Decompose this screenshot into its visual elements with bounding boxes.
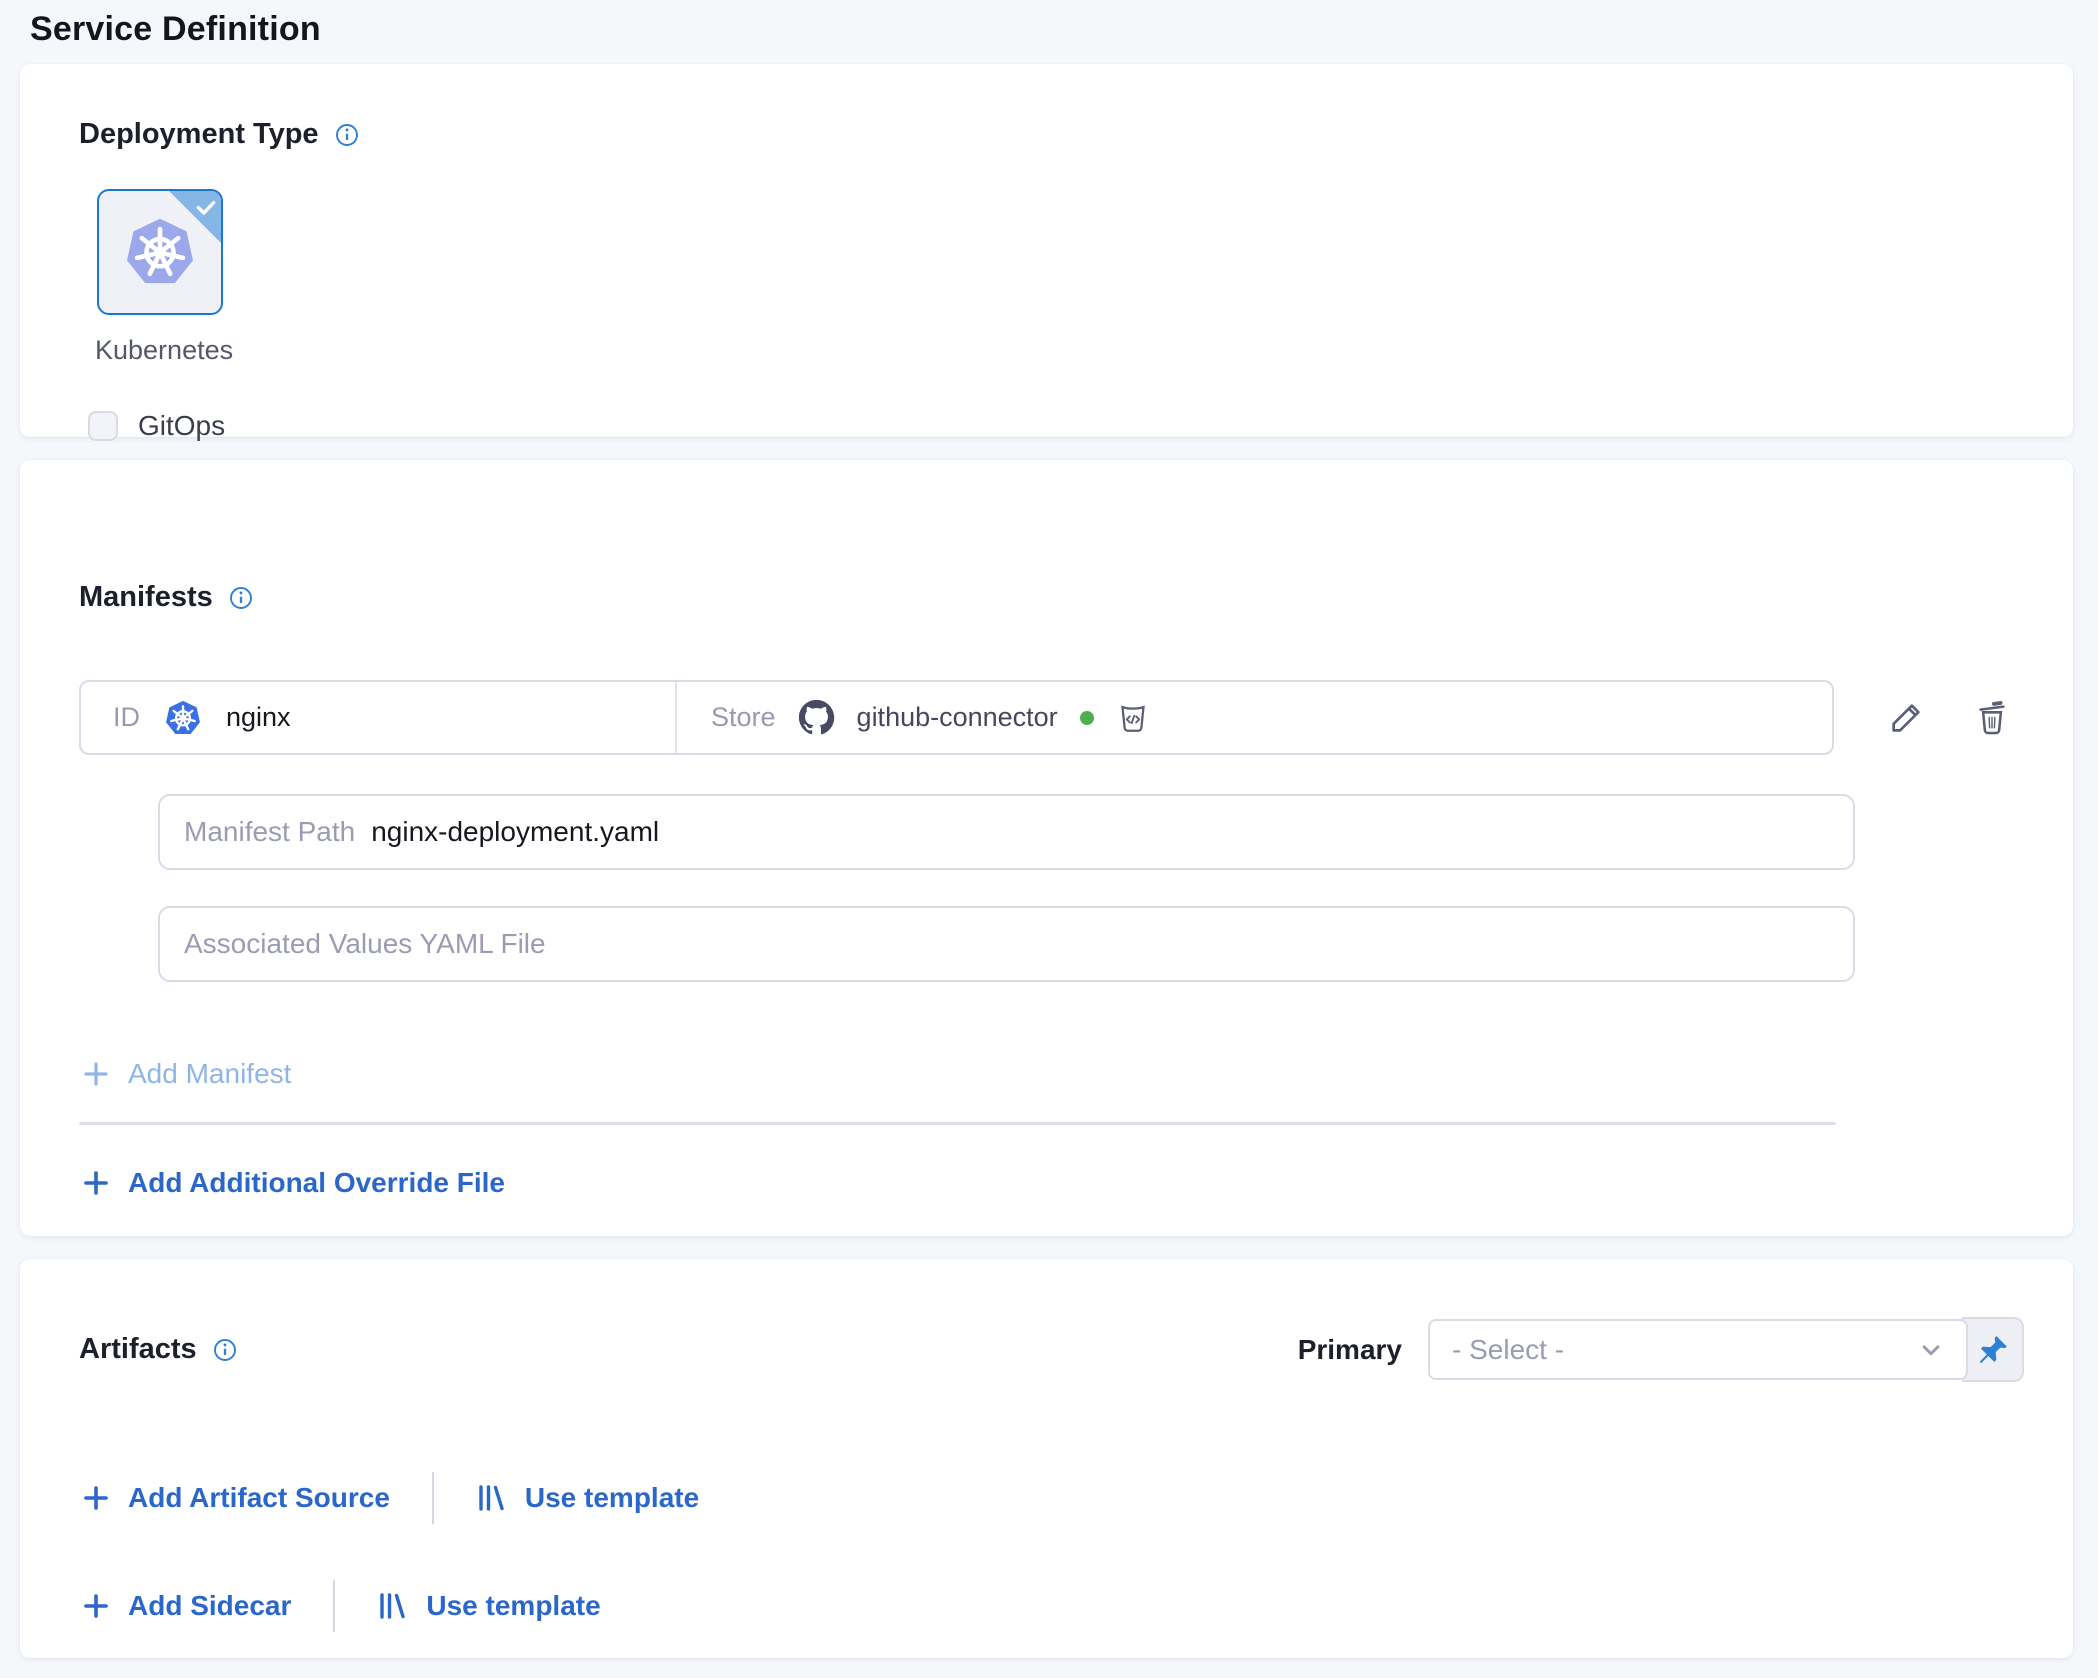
links-divider — [432, 1472, 434, 1524]
manifest-store-value: github-connector — [857, 702, 1058, 733]
manifest-summary-box[interactable]: ID nginx — [79, 680, 1834, 755]
artifact-links-row: Add Artifact Source Use template — [81, 1472, 2073, 1524]
template-library-icon — [476, 1482, 508, 1514]
selected-check-icon — [193, 194, 219, 220]
manifests-card: Manifests ID — [20, 460, 2073, 1236]
manifest-id-value: nginx — [226, 702, 291, 733]
info-icon[interactable] — [213, 1338, 237, 1362]
manifests-header: Manifests — [20, 460, 2073, 614]
manifest-id-label: ID — [113, 702, 140, 733]
page-title: Service Definition — [30, 10, 321, 49]
manifest-row: ID nginx — [79, 680, 2073, 755]
links-divider — [333, 1580, 335, 1632]
manifest-path-field[interactable]: Manifest Path nginx-deployment.yaml — [158, 794, 1855, 870]
sidecar-links-row: Add Sidecar Use template — [81, 1580, 2073, 1632]
manifest-store-section: Store github-connector — [677, 682, 1832, 753]
add-artifact-source-label: Add Artifact Source — [128, 1482, 390, 1514]
code-store-icon — [1116, 701, 1150, 735]
add-sidecar-label: Add Sidecar — [128, 1590, 291, 1622]
deployment-type-header: Deployment Type — [20, 64, 2073, 151]
artifacts-title: Artifacts — [79, 1333, 197, 1366]
primary-artifact-select[interactable]: - Select - — [1428, 1319, 1968, 1380]
manifest-path-prefix-label: Manifest Path — [184, 816, 355, 848]
artifacts-title-group: Artifacts — [79, 1333, 237, 1366]
values-yaml-input[interactable] — [184, 908, 1853, 980]
add-manifest-label: Add Manifest — [128, 1058, 291, 1090]
artifacts-header: Artifacts Primary - Select - — [20, 1259, 2073, 1382]
primary-artifact-group: Primary - Select - — [1298, 1317, 2024, 1382]
plus-icon — [81, 1059, 111, 1089]
add-sidecar-button[interactable]: Add Sidecar — [81, 1590, 291, 1622]
use-template-sidecar-button[interactable]: Use template — [377, 1590, 600, 1622]
chevron-down-icon — [1916, 1335, 1946, 1365]
artifacts-card: Artifacts Primary - Select - — [20, 1259, 2073, 1658]
github-icon — [798, 699, 835, 736]
edit-manifest-button[interactable] — [1887, 699, 1925, 737]
manifest-store-label: Store — [711, 702, 776, 733]
use-template-sidecar-label: Use template — [426, 1590, 600, 1622]
use-template-artifact-label: Use template — [525, 1482, 699, 1514]
gitops-checkbox[interactable] — [88, 411, 118, 441]
plus-icon — [81, 1591, 111, 1621]
add-artifact-source-button[interactable]: Add Artifact Source — [81, 1482, 390, 1514]
deployment-option-label: Kubernetes — [95, 335, 225, 366]
deployment-type-card: Deployment Type Kubernetes — [20, 64, 2073, 437]
delete-manifest-button[interactable] — [1973, 699, 2011, 737]
manifest-path-value: nginx-deployment.yaml — [371, 816, 659, 848]
pin-icon — [1976, 1333, 2010, 1367]
add-override-file-label: Add Additional Override File — [128, 1167, 505, 1199]
use-template-artifact-button[interactable]: Use template — [476, 1482, 699, 1514]
plus-icon — [81, 1483, 111, 1513]
pin-primary-button[interactable] — [1962, 1317, 2024, 1382]
template-library-icon — [377, 1590, 409, 1622]
values-yaml-field — [158, 906, 1855, 982]
primary-select-placeholder: - Select - — [1452, 1334, 1564, 1366]
connector-status-dot — [1080, 711, 1094, 725]
manifests-divider — [79, 1122, 1836, 1125]
kubernetes-manifest-type-icon — [164, 699, 202, 737]
gitops-label: GitOps — [138, 410, 225, 442]
gitops-row: GitOps — [88, 410, 2073, 442]
info-icon[interactable] — [229, 586, 253, 610]
deployment-option-kubernetes[interactable] — [97, 189, 223, 315]
info-icon[interactable] — [335, 123, 359, 147]
add-override-file-button[interactable]: Add Additional Override File — [81, 1167, 505, 1199]
manifests-title: Manifests — [79, 581, 213, 614]
plus-icon — [81, 1168, 111, 1198]
primary-label: Primary — [1298, 1334, 1402, 1366]
deployment-type-title: Deployment Type — [79, 118, 319, 151]
add-manifest-button[interactable]: Add Manifest — [81, 1058, 291, 1090]
manifest-id-section: ID nginx — [81, 682, 675, 753]
